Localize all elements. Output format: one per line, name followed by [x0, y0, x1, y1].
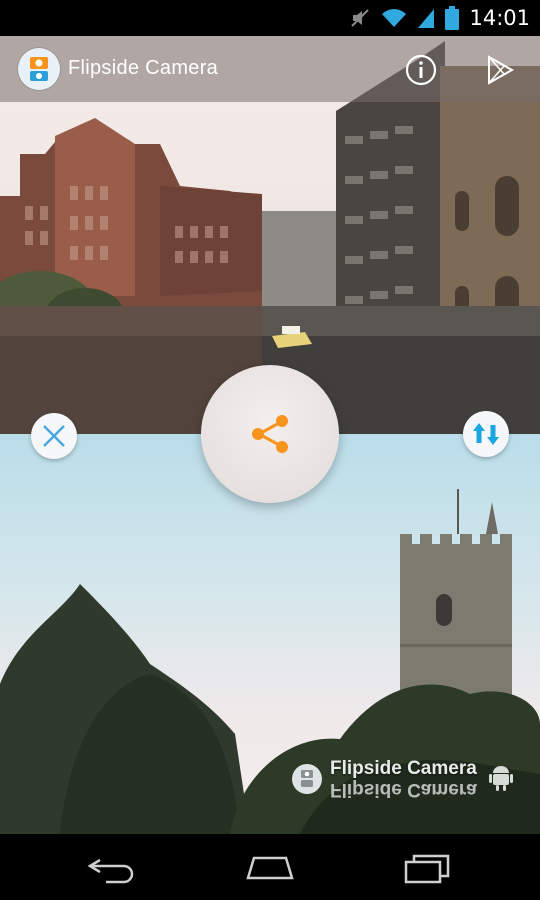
recents-icon [404, 854, 450, 884]
share-button[interactable] [201, 365, 339, 503]
status-time: 14:01 [469, 6, 530, 30]
info-button[interactable] [404, 53, 438, 87]
watermark-text: Flipside Camera [330, 758, 477, 779]
info-icon [405, 54, 437, 86]
status-bar: 14:01 [0, 0, 540, 36]
navigation-bar [0, 834, 540, 900]
watermark-reflection: Flipside Camera [330, 779, 477, 800]
signal-icon [418, 9, 435, 28]
watermark-logo-icon [292, 764, 322, 794]
play-store-button[interactable] [484, 54, 516, 86]
app-title: Flipside Camera [68, 57, 219, 79]
share-icon [252, 415, 288, 453]
mute-icon [351, 9, 370, 27]
close-icon [43, 425, 65, 447]
watermark: Flipside Camera Flipside Camera [292, 758, 522, 800]
app-logo-icon [18, 48, 60, 90]
back-icon [87, 858, 134, 884]
recents-button[interactable] [398, 852, 458, 884]
back-button[interactable] [82, 852, 142, 884]
status-icons: 14:01 [349, 0, 530, 36]
swap-vertical-icon [473, 423, 499, 445]
close-button[interactable] [31, 413, 77, 459]
android-icon [489, 766, 513, 791]
app-bar: Flipside Camera [0, 36, 540, 102]
home-button[interactable] [240, 852, 300, 884]
home-icon [246, 856, 294, 880]
battery-icon [445, 6, 460, 30]
wifi-icon [382, 9, 407, 27]
play-store-icon [488, 55, 515, 85]
swap-button[interactable] [463, 411, 509, 457]
